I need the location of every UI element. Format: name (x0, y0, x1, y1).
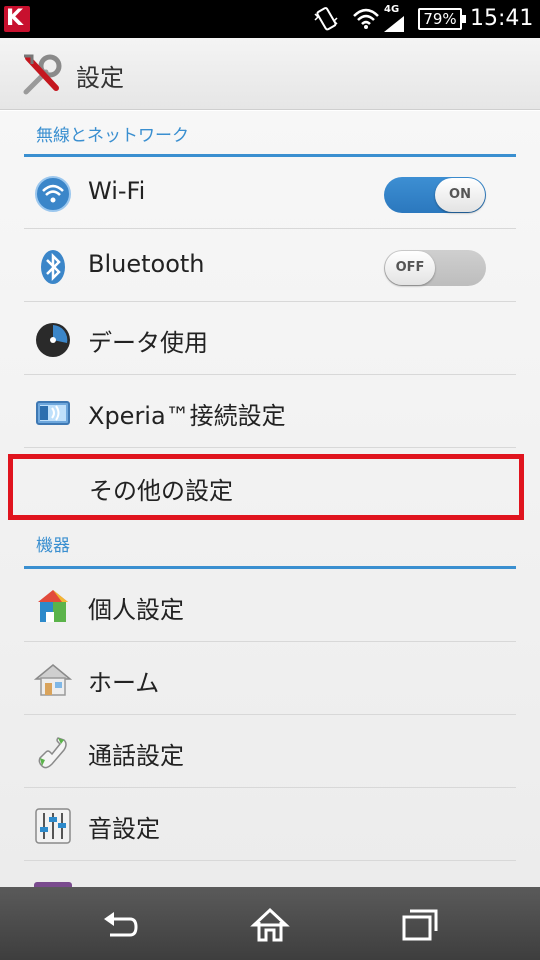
settings-item-display-partial[interactable] (24, 862, 516, 887)
page-title: 設定 (76, 64, 124, 92)
section-header-device: 機器 (24, 531, 516, 569)
settings-item-more-highlighted[interactable]: その他の設定 (8, 454, 524, 520)
bluetooth-icon (41, 250, 65, 284)
recent-apps-icon[interactable] (400, 905, 440, 945)
settings-item-data-usage[interactable]: データ使用 (24, 303, 516, 375)
settings-item-home[interactable]: ホーム (24, 643, 516, 715)
data-usage-icon (36, 323, 70, 357)
action-bar: 設定 (0, 38, 540, 110)
personalization-label: 個人設定 (88, 596, 184, 624)
xperia-connect-icon (36, 401, 70, 425)
bluetooth-toggle-state: OFF (385, 251, 435, 285)
sound-sliders-icon (35, 808, 71, 844)
xperia-connect-label: Xperia™接続設定 (88, 402, 286, 430)
home-label: ホーム (88, 669, 160, 697)
wifi-status-icon (353, 8, 379, 29)
bluetooth-label: Bluetooth (88, 250, 205, 278)
signal-strength-icon (384, 16, 404, 32)
sound-settings-label: 音設定 (88, 815, 160, 843)
bluetooth-toggle[interactable]: OFF (384, 250, 486, 286)
wifi-icon (35, 176, 71, 212)
settings-item-wifi[interactable]: Wi-Fi ON (24, 157, 516, 229)
kaspersky-notification-icon: K (4, 6, 30, 32)
settings-item-call[interactable]: 通話設定 (24, 716, 516, 788)
home-nav-icon[interactable] (250, 905, 290, 945)
settings-item-sound[interactable]: 音設定 (24, 789, 516, 861)
settings-item-bluetooth[interactable]: Bluetooth OFF (24, 230, 516, 302)
settings-tools-icon[interactable] (20, 52, 64, 96)
vibrate-icon (314, 7, 338, 31)
section-header-wireless: 無線とネットワーク (24, 121, 516, 157)
wifi-label: Wi-Fi (88, 177, 146, 205)
more-settings-label: その他の設定 (89, 477, 233, 505)
phone-icon (38, 737, 67, 769)
battery-indicator: 79% (418, 8, 466, 30)
back-icon[interactable] (100, 905, 140, 945)
settings-list[interactable]: 無線とネットワーク Wi-Fi ON Bluetooth OFF データ使用 X… (0, 111, 540, 887)
settings-item-xperia-connect[interactable]: Xperia™接続設定 (24, 376, 516, 448)
navigation-bar (0, 887, 540, 960)
call-settings-label: 通話設定 (88, 742, 184, 770)
wifi-toggle-state: ON (435, 178, 485, 212)
wifi-toggle[interactable]: ON (384, 177, 486, 213)
data-usage-label: データ使用 (88, 329, 208, 357)
home-icon (34, 664, 72, 696)
personalization-icon (38, 590, 68, 622)
settings-item-personalization[interactable]: 個人設定 (24, 570, 516, 642)
status-clock: 15:41 (470, 6, 534, 31)
status-bar: K 4G 79% 15:41 (0, 0, 540, 38)
